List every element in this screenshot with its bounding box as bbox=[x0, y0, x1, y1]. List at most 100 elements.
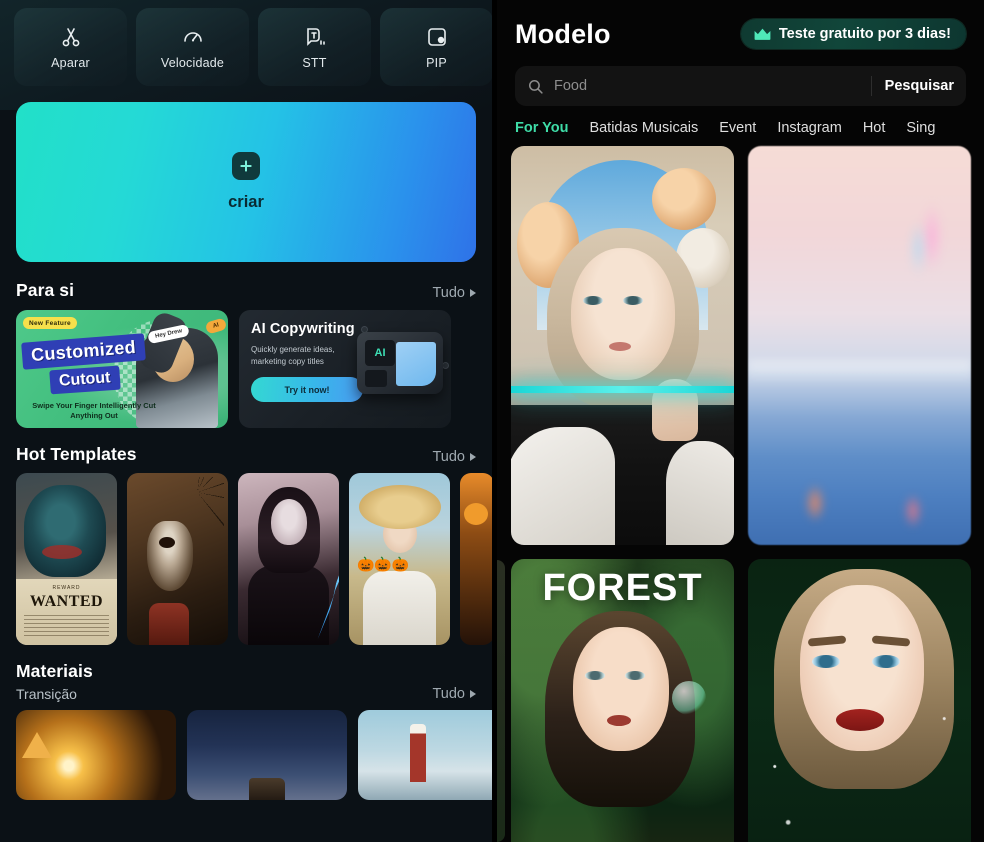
sparkle-effect bbox=[748, 559, 971, 842]
para-si-card-row: New Feature Customized Cutout Hey Drew A… bbox=[0, 310, 492, 428]
template-grid: FOREST bbox=[497, 146, 984, 842]
search-bar[interactable]: Pesquisar bbox=[515, 66, 966, 106]
search-button[interactable]: Pesquisar bbox=[885, 78, 954, 94]
straw-hat-graphic bbox=[359, 485, 441, 529]
highlight-band bbox=[748, 360, 971, 386]
material-card[interactable] bbox=[16, 710, 176, 800]
see-all-materiais[interactable]: Tudo bbox=[432, 686, 476, 702]
ai-device-screen bbox=[396, 342, 436, 386]
free-trial-label: Teste gratuito por 3 dias! bbox=[778, 26, 951, 42]
template-grid-item[interactable] bbox=[748, 146, 971, 545]
bubble-graphic bbox=[672, 681, 706, 715]
red-shirt-graphic bbox=[149, 603, 189, 645]
template-caption: WANTED bbox=[29, 593, 104, 610]
materiais-row bbox=[0, 710, 492, 800]
create-project-card[interactable]: criar bbox=[16, 102, 476, 262]
crown-icon bbox=[753, 27, 772, 42]
neon-line-effect bbox=[511, 386, 734, 393]
see-all-hot-templates[interactable]: Tudo bbox=[432, 449, 476, 465]
tool-button-velocidade[interactable]: Velocidade bbox=[136, 8, 249, 86]
plus-icon bbox=[232, 152, 260, 180]
material-card[interactable] bbox=[358, 710, 492, 800]
tab-instagram[interactable]: Instagram bbox=[777, 120, 841, 136]
sleeve-graphic bbox=[511, 427, 615, 545]
template-grid-item[interactable]: FOREST bbox=[511, 559, 734, 842]
section-header-para-si: Para si Tudo bbox=[0, 262, 492, 310]
see-all-label: Tudo bbox=[432, 285, 465, 301]
template-card[interactable] bbox=[460, 473, 492, 645]
eye-graphic bbox=[583, 296, 603, 305]
template-card[interactable]: REWARD WANTED bbox=[16, 473, 117, 645]
tool-button-pip[interactable]: PIP bbox=[380, 8, 492, 86]
ai-device-label: AI bbox=[365, 340, 395, 366]
see-all-label: Tudo bbox=[432, 449, 465, 465]
section-title: Para si bbox=[16, 280, 75, 300]
template-sub-caption: REWARD bbox=[52, 585, 81, 591]
templates-header: Modelo Teste gratuito por 3 dias! bbox=[497, 0, 984, 56]
eye-graphic bbox=[623, 296, 643, 305]
lips-graphic bbox=[607, 715, 631, 726]
templates-panel: Modelo Teste gratuito por 3 dias! Pesqui… bbox=[497, 0, 984, 842]
create-card-label: criar bbox=[228, 193, 264, 211]
lips-graphic bbox=[609, 342, 631, 351]
tab-sing[interactable]: Sing bbox=[906, 120, 935, 136]
hot-templates-row: REWARD WANTED 🎃🎃🎃 bbox=[0, 473, 492, 645]
tool-label: STT bbox=[302, 55, 327, 70]
decor-dot bbox=[442, 362, 449, 369]
tool-button-aparar[interactable]: Aparar bbox=[14, 8, 127, 86]
chevron-right-icon bbox=[470, 690, 476, 698]
editor-home-panel: Aparar Velocidade STT PIP criar Para si … bbox=[0, 0, 492, 842]
chevron-right-icon bbox=[470, 289, 476, 297]
see-all-label: Tudo bbox=[432, 686, 465, 702]
ai-copywriting-card[interactable]: AI Copywriting Quickly generate ideas, m… bbox=[239, 310, 451, 428]
section-subtitle: Transição bbox=[16, 686, 77, 702]
body-graphic bbox=[248, 565, 329, 645]
tab-for-you[interactable]: For You bbox=[515, 120, 568, 136]
search-icon bbox=[527, 78, 544, 95]
chevron-right-icon bbox=[470, 453, 476, 461]
ai-device-graphic: AI bbox=[357, 332, 443, 394]
new-feature-badge: New Feature bbox=[23, 317, 77, 329]
try-it-now-button[interactable]: Try it now! bbox=[251, 377, 363, 403]
template-card[interactable] bbox=[127, 473, 228, 645]
dress-graphic bbox=[363, 571, 436, 645]
glow-effect bbox=[903, 493, 923, 529]
create-card-container: criar bbox=[0, 92, 492, 262]
eye-graphic bbox=[585, 671, 605, 680]
template-card[interactable] bbox=[238, 473, 339, 645]
picture-in-picture-icon bbox=[425, 25, 449, 49]
ai-card-description: Quickly generate ideas, marketing copy t… bbox=[251, 345, 335, 366]
tool-button-stt[interactable]: STT bbox=[258, 8, 371, 86]
adjacent-template-edge[interactable] bbox=[497, 560, 505, 842]
tool-label: Velocidade bbox=[160, 55, 225, 70]
cutout-subtitle: Swipe Your Finger Intelligently Cut Anyt… bbox=[32, 401, 156, 420]
cutout-pill-b: AI bbox=[204, 317, 228, 335]
customized-cutout-card[interactable]: New Feature Customized Cutout Hey Drew A… bbox=[16, 310, 228, 428]
portrait-graphic bbox=[24, 485, 106, 577]
scissors-icon bbox=[59, 25, 83, 49]
tab-batidas-musicais[interactable]: Batidas Musicais bbox=[589, 120, 698, 136]
free-trial-badge[interactable]: Teste gratuito por 3 dias! bbox=[740, 19, 966, 49]
page-title: Modelo bbox=[515, 18, 611, 49]
face-graphic bbox=[573, 627, 669, 751]
tab-event[interactable]: Event bbox=[719, 120, 756, 136]
template-grid-item[interactable] bbox=[511, 146, 734, 545]
face-graphic bbox=[571, 248, 675, 380]
cherub-graphic bbox=[652, 168, 716, 230]
tab-hot[interactable]: Hot bbox=[863, 120, 886, 136]
see-all-para-si[interactable]: Tudo bbox=[432, 285, 476, 301]
face-graphic bbox=[271, 499, 307, 545]
app-screenshot: Aparar Velocidade STT PIP criar Para si … bbox=[0, 0, 984, 842]
tool-label: Aparar bbox=[51, 55, 90, 70]
template-grid-item[interactable] bbox=[748, 559, 971, 842]
speedometer-icon bbox=[181, 25, 205, 49]
section-header-materiais: Materiais Transição Tudo bbox=[0, 645, 492, 710]
ai-device-chip bbox=[365, 370, 387, 387]
search-input[interactable] bbox=[544, 78, 867, 94]
material-card[interactable] bbox=[187, 710, 347, 800]
sleeve-graphic bbox=[666, 441, 734, 545]
glow-effect bbox=[804, 483, 826, 523]
template-card[interactable]: 🎃🎃🎃 bbox=[349, 473, 450, 645]
section-title: Materiais bbox=[16, 661, 93, 681]
eye-graphic bbox=[147, 521, 193, 591]
